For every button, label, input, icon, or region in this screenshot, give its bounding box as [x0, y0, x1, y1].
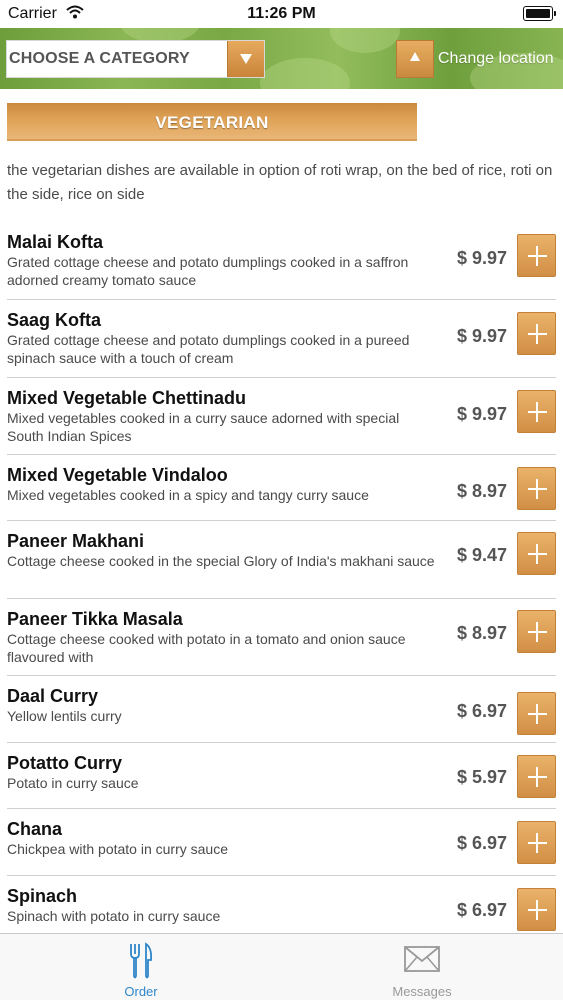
plus-icon-stroke [536, 246, 538, 266]
item-description: Grated cottage cheese and potato dumplin… [7, 332, 410, 366]
menu-item[interactable]: Spinach Spinach with potato in curry sau… [0, 876, 563, 933]
item-description: Cottage cheese cooked with potato in a t… [7, 631, 406, 665]
item-name: Saag Kofta [7, 310, 102, 330]
plus-icon-stroke [536, 833, 538, 853]
chevron-down-icon [240, 54, 252, 64]
plus-icon-stroke [536, 900, 538, 920]
item-description: Yellow lentils curry [7, 708, 122, 724]
add-to-order-button[interactable] [517, 692, 556, 735]
menu-item[interactable]: Malai Kofta Grated cottage cheese and po… [0, 222, 563, 300]
item-description: Potato in curry sauce [7, 775, 139, 791]
plus-icon-stroke [536, 622, 538, 642]
tab-bar: Order Messages [0, 933, 563, 1000]
section-description: the vegetarian dishes are available in o… [7, 162, 553, 203]
tab-order-label: Order [124, 984, 158, 999]
change-location-label[interactable]: Change location [438, 50, 554, 68]
plus-icon-stroke [536, 479, 538, 499]
tab-order[interactable]: Order [0, 934, 282, 1000]
item-description: Chickpea with potato in curry sauce [7, 841, 228, 857]
category-dropdown[interactable]: CHOOSE A CATEGORY [6, 40, 265, 78]
menu-item[interactable]: Potatto Curry Potato in curry sauce $ 5.… [0, 743, 563, 809]
section-header: VEGETARIAN [7, 103, 417, 141]
item-name: Mixed Vegetable Vindaloo [7, 465, 228, 485]
item-price: $ 6.97 [456, 833, 507, 853]
item-description: Spinach with potato in curry sauce [7, 908, 221, 924]
status-time: 11:26 PM [247, 5, 316, 22]
item-description: Mixed vegetables cooked in a curry sauce… [7, 410, 400, 444]
plus-icon-stroke [536, 324, 538, 344]
item-description: Mixed vegetables cooked in a spicy and t… [7, 487, 369, 503]
header-bar: CHOOSE A CATEGORY Change location [0, 28, 563, 89]
add-to-order-button[interactable] [517, 234, 556, 277]
item-name: Malai Kofta [7, 232, 104, 252]
add-to-order-button[interactable] [517, 610, 556, 653]
menu-item[interactable]: Saag Kofta Grated cottage cheese and pot… [0, 300, 563, 378]
add-to-order-button[interactable] [517, 755, 556, 798]
menu-item[interactable]: Mixed Vegetable Chettinadu Mixed vegetab… [0, 378, 563, 455]
item-name: Chana [7, 819, 63, 839]
envelope-icon [404, 946, 440, 972]
change-location-button[interactable] [396, 40, 434, 78]
background-leaf [260, 58, 350, 89]
add-to-order-button[interactable] [517, 467, 556, 510]
item-description: Grated cottage cheese and potato dumplin… [7, 254, 409, 288]
fork-knife-icon [130, 942, 153, 979]
item-price: $ 9.47 [456, 545, 507, 565]
background-leaf [330, 28, 400, 53]
item-price: $ 6.97 [456, 701, 507, 721]
item-name: Spinach [7, 886, 78, 906]
plus-icon-stroke [536, 767, 538, 787]
item-price: $ 8.97 [456, 481, 507, 501]
item-name: Potatto Curry [7, 753, 123, 773]
item-description: Cottage cheese cooked in the special Glo… [7, 553, 435, 569]
item-price: $ 9.97 [456, 326, 507, 346]
category-dropdown-button[interactable] [227, 41, 264, 77]
item-name: Mixed Vegetable Chettinadu [7, 388, 247, 408]
tab-messages[interactable]: Messages [281, 934, 563, 1000]
menu-item[interactable]: Chana Chickpea with potato in curry sauc… [0, 809, 563, 876]
plus-icon-stroke [536, 704, 538, 724]
add-to-order-button[interactable] [517, 312, 556, 355]
item-price: $ 9.97 [456, 248, 507, 268]
plus-icon-stroke [536, 402, 538, 422]
add-to-order-button[interactable] [517, 390, 556, 433]
item-price: $ 5.97 [456, 767, 507, 787]
menu-item[interactable]: Mixed Vegetable Vindaloo Mixed vegetable… [0, 455, 563, 521]
item-name: Paneer Makhani [7, 531, 145, 551]
status-bar: Carrier 11:26 PM [0, 0, 563, 28]
chevron-up-icon [410, 52, 420, 61]
menu-item[interactable]: Paneer Tikka Masala Cottage cheese cooke… [0, 599, 563, 676]
section-title: VEGETARIAN [155, 113, 269, 132]
add-to-order-button[interactable] [517, 532, 556, 575]
plus-icon-stroke [536, 544, 538, 564]
menu-item[interactable]: Daal Curry Yellow lentils curry $ 6.97 [0, 676, 563, 743]
item-price: $ 9.97 [456, 404, 507, 424]
category-dropdown-label: CHOOSE A CATEGORY [9, 50, 190, 67]
menu-item[interactable]: Paneer Makhani Cottage cheese cooked in … [0, 521, 563, 599]
item-name: Paneer Tikka Masala [7, 609, 183, 629]
tab-messages-label: Messages [392, 984, 452, 999]
battery-icon [523, 6, 556, 21]
add-to-order-button[interactable] [517, 821, 556, 864]
item-price: $ 6.97 [456, 900, 507, 920]
item-price: $ 8.97 [456, 623, 507, 643]
item-name: Daal Curry [7, 686, 99, 706]
add-to-order-button[interactable] [517, 888, 556, 931]
